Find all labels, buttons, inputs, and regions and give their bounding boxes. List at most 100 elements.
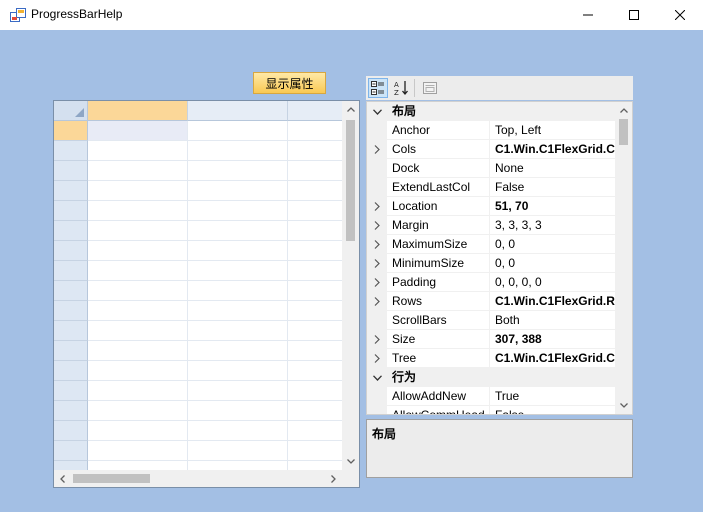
grid-cell[interactable] bbox=[88, 121, 188, 141]
grid-cell[interactable] bbox=[188, 321, 288, 341]
maximize-button[interactable] bbox=[611, 0, 657, 30]
minimize-button[interactable] bbox=[565, 0, 611, 30]
property-value[interactable]: Top, Left bbox=[490, 121, 616, 140]
property-name[interactable]: Rows bbox=[387, 292, 490, 311]
property-expander[interactable] bbox=[367, 349, 387, 368]
property-name[interactable]: Cols bbox=[387, 140, 490, 159]
property-pages-button[interactable] bbox=[420, 78, 440, 98]
property-row[interactable]: Margin 3, 3, 3, 3 bbox=[367, 216, 616, 235]
property-row[interactable]: AllowCommHead False bbox=[367, 406, 616, 414]
property-row[interactable]: MinimumSize 0, 0 bbox=[367, 254, 616, 273]
grid-cell[interactable] bbox=[88, 321, 188, 341]
property-value[interactable]: 0, 0, 0, 0 bbox=[490, 273, 616, 292]
row-header[interactable] bbox=[54, 241, 88, 261]
grid-cell[interactable] bbox=[188, 241, 288, 261]
property-value[interactable]: Both bbox=[490, 311, 616, 330]
grid-cell[interactable] bbox=[88, 301, 188, 321]
grid-cell[interactable] bbox=[288, 361, 342, 381]
property-list-vertical-scrollbar[interactable] bbox=[615, 102, 632, 414]
property-value[interactable]: None bbox=[490, 159, 616, 178]
property-value[interactable]: 51, 70 bbox=[490, 197, 616, 216]
property-name[interactable]: MaximumSize bbox=[387, 235, 490, 254]
property-name[interactable]: ExtendLastCol bbox=[387, 178, 490, 197]
grid-horizontal-scroll-thumb[interactable] bbox=[73, 474, 150, 483]
row-header[interactable] bbox=[54, 361, 88, 381]
category-expander[interactable] bbox=[367, 368, 387, 387]
pg-scroll-down-button[interactable] bbox=[615, 397, 632, 414]
grid-cell[interactable] bbox=[188, 421, 288, 441]
property-name[interactable]: Tree bbox=[387, 349, 490, 368]
property-expander[interactable] bbox=[367, 330, 387, 349]
grid-cell[interactable] bbox=[288, 201, 342, 221]
property-expander[interactable] bbox=[367, 197, 387, 216]
row-header[interactable] bbox=[54, 141, 88, 161]
grid-cell[interactable] bbox=[288, 161, 342, 181]
row-header[interactable] bbox=[54, 401, 88, 421]
row-header[interactable] bbox=[54, 321, 88, 341]
scroll-down-button[interactable] bbox=[342, 453, 359, 470]
grid-cell[interactable] bbox=[188, 361, 288, 381]
grid-cell[interactable] bbox=[88, 161, 188, 181]
grid-cell[interactable] bbox=[288, 181, 342, 201]
row-header[interactable] bbox=[54, 301, 88, 321]
property-expander[interactable] bbox=[367, 273, 387, 292]
grid-horizontal-scrollbar[interactable] bbox=[54, 470, 342, 487]
scroll-left-button[interactable] bbox=[54, 470, 71, 487]
grid-cell[interactable] bbox=[288, 421, 342, 441]
row-header[interactable] bbox=[54, 121, 88, 141]
property-name[interactable]: Margin bbox=[387, 216, 490, 235]
grid-cell[interactable] bbox=[188, 141, 288, 161]
property-expander[interactable] bbox=[367, 254, 387, 273]
grid-cell[interactable] bbox=[188, 441, 288, 461]
scroll-up-button[interactable] bbox=[342, 101, 359, 118]
grid-cell[interactable] bbox=[188, 161, 288, 181]
property-value[interactable]: False bbox=[490, 406, 616, 414]
grid-cell[interactable] bbox=[188, 281, 288, 301]
property-value[interactable]: C1.Win.C1FlexGrid.R bbox=[490, 292, 616, 311]
grid-cell[interactable] bbox=[288, 381, 342, 401]
grid-cell[interactable] bbox=[88, 181, 188, 201]
property-name[interactable]: AllowAddNew bbox=[387, 387, 490, 406]
grid-cell[interactable] bbox=[288, 261, 342, 281]
property-row[interactable]: Rows C1.Win.C1FlexGrid.R bbox=[367, 292, 616, 311]
row-header[interactable] bbox=[54, 421, 88, 441]
grid-cell[interactable] bbox=[188, 341, 288, 361]
grid-cell[interactable] bbox=[188, 201, 288, 221]
grid-cell[interactable] bbox=[88, 141, 188, 161]
property-category-row[interactable]: 布局 bbox=[367, 102, 616, 121]
row-header[interactable] bbox=[54, 281, 88, 301]
row-header[interactable] bbox=[54, 341, 88, 361]
property-category-row[interactable]: 行为 bbox=[367, 368, 616, 387]
property-value[interactable]: C1.Win.C1FlexGrid.C bbox=[490, 140, 616, 159]
property-name[interactable]: Location bbox=[387, 197, 490, 216]
grid-cell[interactable] bbox=[288, 141, 342, 161]
grid-cell[interactable] bbox=[88, 281, 188, 301]
grid-cell[interactable] bbox=[288, 401, 342, 421]
property-value[interactable]: False bbox=[490, 178, 616, 197]
grid-cell[interactable] bbox=[188, 181, 288, 201]
grid-cell[interactable] bbox=[288, 441, 342, 461]
grid-cell[interactable] bbox=[288, 321, 342, 341]
grid-cell[interactable] bbox=[88, 241, 188, 261]
row-header[interactable] bbox=[54, 201, 88, 221]
column-header[interactable] bbox=[188, 101, 288, 121]
property-name[interactable]: Dock bbox=[387, 159, 490, 178]
property-list[interactable]: 布局 Anchor Top, Left Cols C1.Win.C1FlexGrid.C… bbox=[366, 101, 633, 415]
property-row[interactable]: ExtendLastCol False bbox=[367, 178, 616, 197]
property-name[interactable]: ScrollBars bbox=[387, 311, 490, 330]
row-header[interactable] bbox=[54, 381, 88, 401]
row-header[interactable] bbox=[54, 461, 88, 470]
row-header[interactable] bbox=[54, 181, 88, 201]
property-value[interactable]: 0, 0 bbox=[490, 235, 616, 254]
property-grid[interactable]: A Z 布局 Anchor Top, Left Cols C1.Win.C1FlexGr… bbox=[366, 76, 633, 478]
property-value[interactable]: C1.Win.C1FlexGrid.C bbox=[490, 349, 616, 368]
alphabetical-button[interactable]: A Z bbox=[391, 78, 411, 98]
property-row[interactable]: Tree C1.Win.C1FlexGrid.C bbox=[367, 349, 616, 368]
property-value[interactable]: 307, 388 bbox=[490, 330, 616, 349]
grid-cell[interactable] bbox=[188, 221, 288, 241]
column-header[interactable] bbox=[288, 101, 342, 121]
grid-cell[interactable] bbox=[88, 441, 188, 461]
grid-cell[interactable] bbox=[288, 241, 342, 261]
grid-cells-area[interactable] bbox=[54, 101, 342, 470]
property-row[interactable]: ScrollBars Both bbox=[367, 311, 616, 330]
